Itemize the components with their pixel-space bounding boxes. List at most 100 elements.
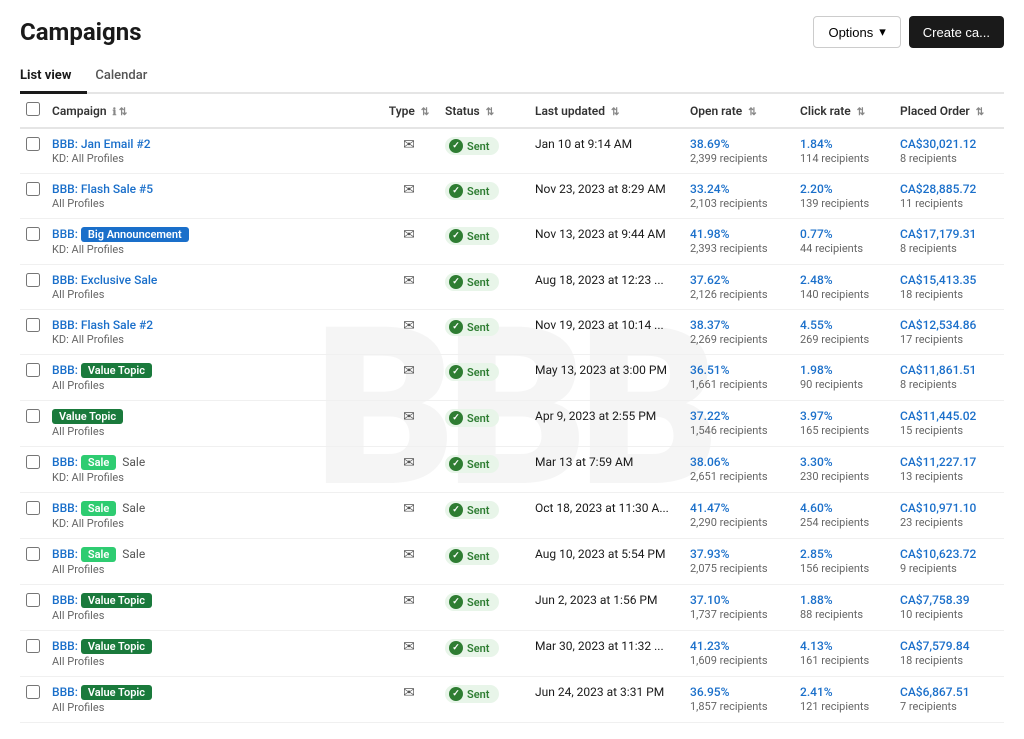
status-badge: ✓Sent <box>445 639 499 657</box>
click-rate-cell: 2.41%121 recipients <box>794 677 894 723</box>
check-icon: ✓ <box>449 687 463 701</box>
check-icon: ✓ <box>449 275 463 289</box>
row-checkbox[interactable] <box>26 639 40 653</box>
campaign-name-cell: Value TopicAll Profiles <box>46 401 379 447</box>
last-updated-cell: Mar 30, 2023 at 11:32 ... <box>529 631 684 677</box>
campaign-type-cell: ✉ <box>379 401 439 447</box>
campaign-link[interactable]: BBB: Flash Sale #5 <box>52 182 373 196</box>
click-rate-cell: 2.48%140 recipients <box>794 265 894 310</box>
placed-order-cell: CA$11,445.0215 recipients <box>894 401 1004 447</box>
email-icon: ✉ <box>403 363 415 379</box>
row-checkbox-cell <box>20 310 46 355</box>
check-icon: ✓ <box>449 229 463 243</box>
header-click-rate[interactable]: Click rate ⇅ <box>794 94 894 128</box>
open-rate-value: 36.51% <box>690 363 729 377</box>
row-checkbox-cell <box>20 174 46 219</box>
row-checkbox[interactable] <box>26 182 40 196</box>
select-all-checkbox[interactable] <box>26 102 40 116</box>
campaigns-table: Campaign ℹ ⇅ Type ⇅ Status ⇅ Last update… <box>20 94 1004 723</box>
campaign-name-cell: BBB: Big AnnouncementKD: All Profiles <box>46 219 379 265</box>
campaign-link[interactable]: BBB: Sale Sale <box>52 455 373 470</box>
row-checkbox[interactable] <box>26 227 40 241</box>
campaign-name-cell: BBB: Jan Email #2KD: All Profiles <box>46 128 379 174</box>
campaign-link[interactable]: Value Topic <box>52 409 373 424</box>
campaign-type-cell: ✉ <box>379 310 439 355</box>
last-updated-text: Jun 24, 2023 at 3:31 PM <box>535 685 664 699</box>
table-row: BBB: Value TopicAll Profiles✉✓SentMay 13… <box>20 355 1004 401</box>
last-updated-cell: Jun 24, 2023 at 3:31 PM <box>529 677 684 723</box>
click-rate-value: 1.84% <box>800 137 833 151</box>
campaign-link[interactable]: BBB: Value Topic <box>52 639 373 654</box>
header-type[interactable]: Type ⇅ <box>379 94 439 128</box>
row-checkbox-cell <box>20 539 46 585</box>
campaign-link[interactable]: BBB: Big Announcement <box>52 227 373 242</box>
row-checkbox[interactable] <box>26 363 40 377</box>
email-icon: ✉ <box>403 318 415 334</box>
campaign-link[interactable]: BBB: Value Topic <box>52 593 373 608</box>
row-checkbox[interactable] <box>26 547 40 561</box>
click-rate-recipients: 88 recipients <box>800 608 863 621</box>
open-rate-recipients: 1,546 recipients <box>690 424 768 437</box>
tab-list-view[interactable]: List view <box>20 60 87 94</box>
table-row: BBB: Sale SaleAll Profiles✉✓SentAug 10, … <box>20 539 1004 585</box>
email-icon: ✉ <box>403 137 415 153</box>
click-rate-recipients: 254 recipients <box>800 516 869 529</box>
sort-icon-campaign: ℹ ⇅ <box>113 107 128 118</box>
placed-order-cell: CA$10,971.1023 recipients <box>894 493 1004 539</box>
campaign-sub: KD: All Profiles <box>52 243 124 256</box>
open-rate-cell: 38.69%2,399 recipients <box>684 128 794 174</box>
row-checkbox[interactable] <box>26 137 40 151</box>
check-icon: ✓ <box>449 320 463 334</box>
placed-order-value: CA$7,579.84 <box>900 639 970 653</box>
open-rate-value: 38.37% <box>690 318 729 332</box>
placed-order-recipients: 13 recipients <box>900 470 963 483</box>
placed-order-recipients: 23 recipients <box>900 516 963 529</box>
row-checkbox[interactable] <box>26 501 40 515</box>
campaign-type-cell: ✉ <box>379 265 439 310</box>
row-checkbox[interactable] <box>26 318 40 332</box>
campaign-link[interactable]: BBB: Sale Sale <box>52 501 373 516</box>
placed-order-cell: CA$11,861.518 recipients <box>894 355 1004 401</box>
row-checkbox[interactable] <box>26 409 40 423</box>
campaign-link[interactable]: BBB: Value Topic <box>52 685 373 700</box>
check-icon: ✓ <box>449 411 463 425</box>
campaign-link[interactable]: BBB: Flash Sale #2 <box>52 318 373 332</box>
row-checkbox-cell <box>20 128 46 174</box>
campaign-type-cell: ✉ <box>379 585 439 631</box>
row-checkbox[interactable] <box>26 273 40 287</box>
header-campaign[interactable]: Campaign ℹ ⇅ <box>46 94 379 128</box>
status-badge: ✓Sent <box>445 593 499 611</box>
placed-order-recipients: 18 recipients <box>900 288 963 301</box>
tab-calendar[interactable]: Calendar <box>87 60 163 94</box>
click-rate-recipients: 44 recipients <box>800 242 863 255</box>
header-last-updated[interactable]: Last updated ⇅ <box>529 94 684 128</box>
header-placed-order[interactable]: Placed Order ⇅ <box>894 94 1004 128</box>
campaign-status-cell: ✓Sent <box>439 355 529 401</box>
page-header: Campaigns Options ▾ Create ca... <box>20 16 1004 48</box>
campaign-name-cell: BBB: Sale SaleAll Profiles <box>46 539 379 585</box>
placed-order-recipients: 17 recipients <box>900 333 963 346</box>
sort-icon-openrate: ⇅ <box>748 107 756 118</box>
options-button[interactable]: Options ▾ <box>813 16 900 48</box>
campaign-link[interactable]: BBB: Sale Sale <box>52 547 373 562</box>
row-checkbox[interactable] <box>26 685 40 699</box>
row-checkbox[interactable] <box>26 593 40 607</box>
campaign-link[interactable]: BBB: Jan Email #2 <box>52 137 373 151</box>
last-updated-text: Nov 23, 2023 at 8:29 AM <box>535 182 666 196</box>
campaign-name-cell: BBB: Value TopicAll Profiles <box>46 677 379 723</box>
row-checkbox-cell <box>20 265 46 310</box>
header-open-rate[interactable]: Open rate ⇅ <box>684 94 794 128</box>
open-rate-recipients: 2,075 recipients <box>690 562 768 575</box>
open-rate-recipients: 1,857 recipients <box>690 700 768 713</box>
last-updated-cell: Nov 23, 2023 at 8:29 AM <box>529 174 684 219</box>
campaign-type-cell: ✉ <box>379 219 439 265</box>
campaign-link[interactable]: BBB: Exclusive Sale <box>52 273 373 287</box>
table-row: BBB: Flash Sale #5All Profiles✉✓SentNov … <box>20 174 1004 219</box>
create-campaign-button[interactable]: Create ca... <box>909 16 1004 48</box>
click-rate-cell: 3.30%230 recipients <box>794 447 894 493</box>
check-icon: ✓ <box>449 139 463 153</box>
row-checkbox[interactable] <box>26 455 40 469</box>
open-rate-value: 37.62% <box>690 273 729 287</box>
header-status[interactable]: Status ⇅ <box>439 94 529 128</box>
campaign-link[interactable]: BBB: Value Topic <box>52 363 373 378</box>
